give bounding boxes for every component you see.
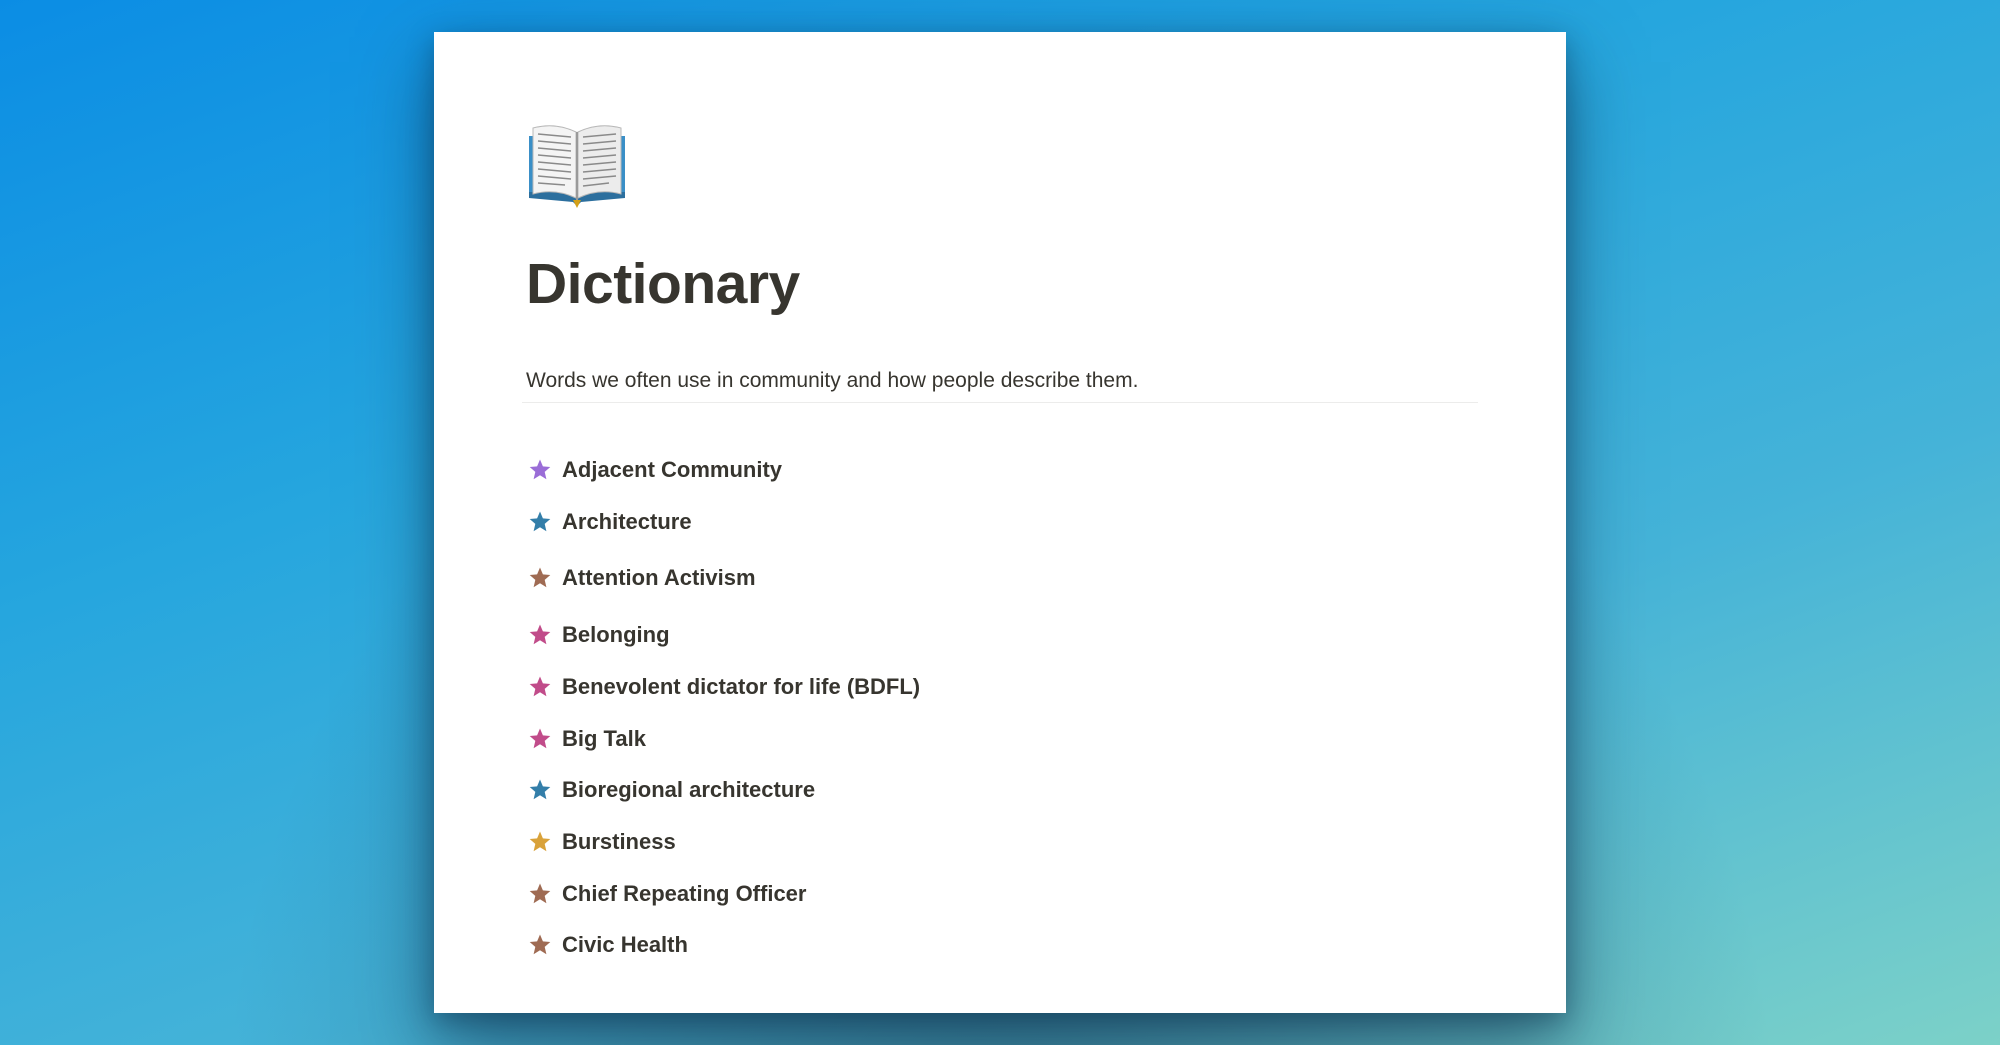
page-description: Words we often use in community and how … [526,369,1139,392]
item-label: Civic Health [562,932,688,957]
star-icon [529,624,551,645]
list-item[interactable]: Big Talk [522,719,646,759]
star-icon [529,728,551,749]
item-label: Benevolent dictator for life (BDFL) [562,674,921,699]
item-label: Belonging [562,622,670,647]
divider [522,402,1478,403]
star-icon [529,831,551,852]
open-book-icon[interactable] [527,118,627,208]
list-item[interactable]: Civic Health [522,925,688,965]
list-item[interactable]: Belonging [522,615,670,655]
item-label: Architecture [562,509,692,534]
star-icon [529,459,551,480]
item-label: Chief Repeating Officer [562,881,807,906]
star-icon [529,676,551,697]
item-label: Burstiness [562,829,676,854]
item-label: Bioregional architecture [562,777,816,802]
item-label: Big Talk [562,726,646,751]
page-card: Dictionary Words we often use in communi… [434,32,1566,1013]
item-label: Attention Activism [562,565,756,590]
list-item[interactable]: Burstiness [522,822,676,862]
star-icon [529,883,551,904]
list-item[interactable]: Attention Activism [522,558,756,598]
page-title: Dictionary [526,252,800,316]
star-icon [529,511,551,532]
list-item[interactable]: Bioregional architecture [522,770,815,810]
star-icon [529,567,551,588]
list-item[interactable]: Architecture [522,502,692,542]
list-item[interactable]: Chief Repeating Officer [522,874,806,914]
star-icon [529,934,551,955]
list-item[interactable]: Adjacent Community [522,450,782,490]
item-label: Adjacent Community [562,457,783,482]
star-icon [529,779,551,800]
list-item[interactable]: Benevolent dictator for life (BDFL) [522,667,920,707]
